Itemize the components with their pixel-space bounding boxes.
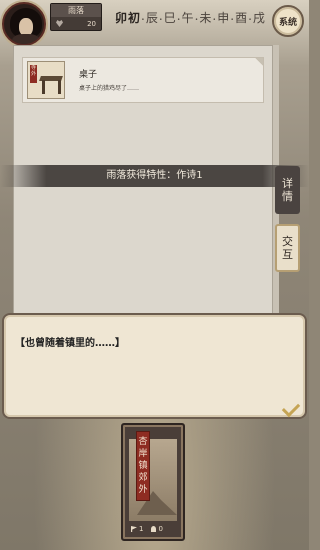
top-bar: 雨落 20 卯初.辰.巳.午.未.申.酉.戌 系统 (0, 0, 309, 46)
sign-char: 岸 (138, 449, 148, 459)
tab-interact[interactable]: 交 互 (275, 224, 300, 272)
sign-char: 郊 (138, 473, 148, 483)
hour-label: 卯 (115, 11, 128, 25)
sign-char: 杏 (138, 437, 148, 447)
hour-label: . (141, 9, 145, 23)
heart-icon (56, 20, 63, 27)
flag-icon (131, 526, 137, 532)
tab-detail[interactable]: 详 情 (275, 166, 300, 214)
system-button[interactable]: 系统 (272, 5, 304, 37)
location-card[interactable]: 杏岸镇郊外 1 0 (121, 423, 185, 541)
hour-label: 初 (128, 11, 141, 25)
player-name: 雨落 (51, 4, 101, 17)
hour-label: . (194, 9, 199, 23)
tab-interact-char: 交 (282, 235, 293, 248)
person-icon (151, 526, 157, 532)
dialog-box[interactable]: 【也曾随着镇里的……】 (2, 313, 307, 419)
table-icon: 寺外 (27, 61, 65, 99)
location-people: 0 (158, 525, 163, 533)
hour-label: . (176, 9, 181, 23)
corner-fold (255, 58, 263, 66)
location-stats: 1 0 (131, 525, 163, 533)
location-sign: 杏岸镇郊外 (136, 431, 150, 501)
tab-interact-char: 互 (282, 248, 293, 261)
hour-label: 巳 (163, 11, 176, 25)
thumb-tag: 寺外 (30, 65, 37, 83)
player-hp: 20 (87, 19, 96, 28)
tab-detail-char: 详 (282, 177, 293, 190)
hour-label: 酉 (235, 11, 248, 25)
hour-label: 辰 (145, 11, 158, 25)
item-card[interactable]: 寺外 桌子 桌子上的猎鸡尽了…… (22, 57, 264, 103)
tab-detail-char: 情 (282, 190, 293, 203)
hour-label: . (212, 9, 217, 23)
trait-banner: 雨落获得特性：作诗1 (0, 165, 309, 187)
hour-label: . (158, 9, 163, 23)
player-status: 雨落 20 (50, 3, 102, 31)
item-title: 桌子 (79, 70, 98, 80)
hour-label: 午 (181, 11, 194, 25)
hour-label: 未 (199, 11, 212, 25)
check-icon[interactable] (281, 398, 301, 418)
item-description: 桌子上的猎鸡尽了…… (79, 85, 140, 92)
player-avatar[interactable] (2, 2, 46, 46)
hour-label: . (248, 9, 252, 23)
time-of-day: 卯初.辰.巳.午.未.申.酉.戌 (115, 9, 265, 26)
location-flags: 1 (139, 525, 144, 533)
sign-char: 镇 (138, 461, 148, 471)
hour-label: 戌 (252, 11, 265, 25)
sign-char: 外 (138, 485, 148, 495)
hour-label: . (230, 9, 235, 23)
dialog-text: 【也曾随着镇里的……】 (15, 338, 125, 349)
hour-label: 申 (217, 11, 230, 25)
